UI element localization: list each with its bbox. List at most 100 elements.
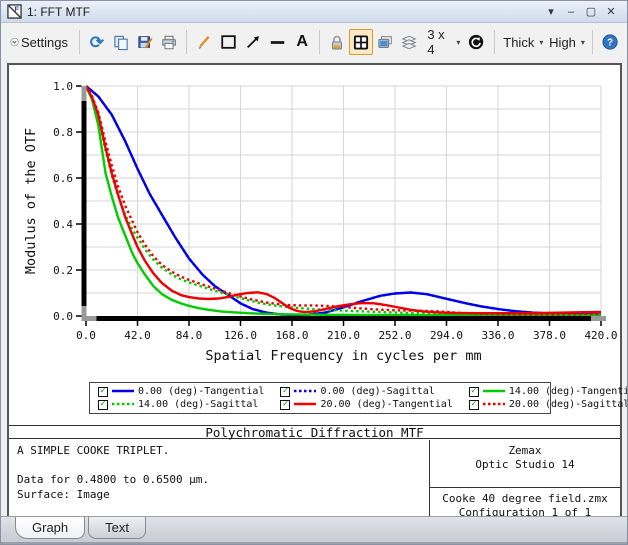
svg-text:0.2: 0.2 bbox=[53, 264, 73, 277]
bottom-tab-strip: Graph Text bbox=[1, 516, 627, 544]
legend-checkbox[interactable]: ✓ bbox=[280, 387, 290, 397]
legend-label: 14.00 (deg)-Sagittal bbox=[138, 399, 258, 410]
svg-text:0.0: 0.0 bbox=[53, 310, 73, 323]
chevron-down-icon: ▾ bbox=[581, 38, 585, 47]
chevron-down-circle-icon bbox=[10, 34, 19, 50]
tab-graph-label: Graph bbox=[32, 520, 68, 535]
window-mode-icon bbox=[377, 34, 393, 50]
legend-label: 0.00 (deg)-Sagittal bbox=[320, 386, 434, 397]
window-title: 1: FFT MTF bbox=[27, 5, 541, 19]
legend-label: 0.00 (deg)-Tangential bbox=[138, 386, 264, 397]
toolbar: Settings ⟳ bbox=[1, 23, 627, 61]
legend-line-sample bbox=[112, 386, 134, 397]
legend-label: 20.00 (deg)-Tangential bbox=[320, 399, 452, 410]
svg-text:84.0: 84.0 bbox=[176, 329, 203, 342]
draw-rectangle-button[interactable] bbox=[216, 29, 241, 55]
legend-checkbox[interactable]: ✓ bbox=[469, 400, 479, 410]
fill-frame-button[interactable] bbox=[349, 29, 373, 55]
toolbar-separator bbox=[186, 30, 187, 54]
graph-panel: 0.042.084.0126.0168.0210.0252.0294.0336.… bbox=[7, 63, 622, 518]
print-button[interactable] bbox=[157, 29, 181, 55]
draw-pencil-button[interactable] bbox=[192, 29, 216, 55]
legend-checkbox[interactable]: ✓ bbox=[280, 400, 290, 410]
settings-dropdown[interactable]: Settings bbox=[6, 29, 74, 55]
legend-line-sample bbox=[294, 399, 316, 410]
legend-item: ✓ 0.00 (deg)-Sagittal bbox=[280, 386, 452, 397]
legend-line-sample bbox=[483, 399, 505, 410]
close-button[interactable]: ✕ bbox=[601, 4, 621, 20]
draw-line-button[interactable] bbox=[265, 29, 290, 55]
svg-text:0.0: 0.0 bbox=[76, 329, 96, 342]
svg-text:F: F bbox=[15, 5, 20, 14]
minimize-button[interactable]: – bbox=[561, 4, 581, 20]
layers-button[interactable] bbox=[397, 29, 421, 55]
svg-text:0.4: 0.4 bbox=[53, 218, 73, 231]
line-thickness-dropdown[interactable]: Thick ▾ bbox=[499, 29, 545, 55]
copy-icon bbox=[113, 34, 129, 51]
legend-item: ✓ 14.00 (deg)-Tangential bbox=[469, 386, 628, 397]
svg-text:252.0: 252.0 bbox=[378, 329, 411, 342]
svg-text:Spatial Frequency in cycles pe: Spatial Frequency in cycles per mm bbox=[205, 348, 481, 364]
text-tool-icon: A bbox=[296, 33, 308, 51]
tab-text[interactable]: Text bbox=[88, 517, 146, 539]
svg-text:0.8: 0.8 bbox=[53, 126, 73, 139]
help-button[interactable]: ? bbox=[598, 29, 622, 55]
lock-icon bbox=[329, 34, 345, 51]
help-icon: ? bbox=[602, 33, 618, 51]
reset-view-icon bbox=[468, 33, 484, 51]
fft-mtf-window-icon: F bbox=[7, 4, 22, 19]
svg-text:0.6: 0.6 bbox=[53, 172, 73, 185]
svg-text:294.0: 294.0 bbox=[430, 329, 463, 342]
draw-arrow-button[interactable] bbox=[241, 29, 265, 55]
window-menu-button[interactable]: ▾ bbox=[541, 4, 561, 20]
brand-name: Zemax bbox=[508, 444, 541, 458]
thickness-label: Thick bbox=[503, 35, 534, 50]
fft-mtf-window: F 1: FFT MTF ▾ – ▢ ✕ Settings ⟳ bbox=[0, 0, 628, 545]
legend-label: 20.00 (deg)-Sagittal bbox=[509, 399, 628, 410]
save-button[interactable] bbox=[133, 29, 157, 55]
lens-notes: A SIMPLE COOKE TRIPLET. Data for 0.4800 … bbox=[9, 440, 430, 516]
toolbar-separator bbox=[319, 30, 320, 54]
legend-checkbox[interactable]: ✓ bbox=[98, 400, 108, 410]
chevron-down-icon: ▾ bbox=[456, 38, 460, 47]
file-name: Cooke 40 degree field.zmx bbox=[442, 492, 608, 506]
window-mode-button[interactable] bbox=[373, 29, 397, 55]
save-icon bbox=[137, 34, 153, 51]
legend-item: ✓ 14.00 (deg)-Sagittal bbox=[98, 399, 264, 410]
svg-text:420.0: 420.0 bbox=[584, 329, 617, 342]
chart-legend: ✓ 0.00 (deg)-Tangential ✓ 0.00 (deg)-Sagitt… bbox=[89, 382, 551, 414]
brand-cell: Zemax Optic Studio 14 bbox=[430, 440, 620, 488]
legend-checkbox[interactable]: ✓ bbox=[469, 387, 479, 397]
legend-line-sample bbox=[483, 386, 505, 397]
toolbar-separator bbox=[79, 30, 80, 54]
svg-text:Modulus of the OTF: Modulus of the OTF bbox=[23, 128, 39, 274]
info-right-column: Zemax Optic Studio 14 Cooke 40 degree fi… bbox=[430, 440, 620, 516]
tab-graph[interactable]: Graph bbox=[15, 517, 85, 539]
reset-view-button[interactable] bbox=[464, 29, 488, 55]
copy-button[interactable] bbox=[109, 29, 133, 55]
quality-dropdown[interactable]: High ▾ bbox=[545, 29, 587, 55]
draw-text-button[interactable]: A bbox=[290, 29, 314, 55]
titlebar: F 1: FFT MTF ▾ – ▢ ✕ bbox=[1, 1, 627, 23]
line-icon bbox=[269, 34, 286, 51]
mtf-chart: 0.042.084.0126.0168.0210.0252.0294.0336.… bbox=[9, 65, 620, 375]
svg-text:126.0: 126.0 bbox=[224, 329, 257, 342]
lock-button[interactable] bbox=[325, 29, 349, 55]
legend-item: ✓ 20.00 (deg)-Sagittal bbox=[469, 399, 628, 410]
legend-label: 14.00 (deg)-Tangential bbox=[509, 386, 628, 397]
refresh-button[interactable]: ⟳ bbox=[85, 29, 109, 55]
maximize-button[interactable]: ▢ bbox=[581, 4, 601, 20]
legend-line-sample bbox=[112, 399, 134, 410]
svg-text:210.0: 210.0 bbox=[327, 329, 360, 342]
svg-text:?: ? bbox=[607, 38, 613, 49]
legend-item: ✓ 0.00 (deg)-Tangential bbox=[98, 386, 264, 397]
chevron-down-icon: ▾ bbox=[539, 38, 543, 47]
grid-layout-dropdown[interactable]: 3 x 4 ▾ bbox=[421, 29, 464, 55]
legend-checkbox[interactable]: ✓ bbox=[98, 387, 108, 397]
rectangle-icon bbox=[220, 33, 237, 51]
brand-product: Optic Studio 14 bbox=[475, 458, 574, 472]
layers-icon bbox=[401, 34, 417, 51]
tab-text-label: Text bbox=[105, 520, 129, 535]
legend-line-sample bbox=[294, 386, 316, 397]
quality-label: High bbox=[549, 35, 576, 50]
